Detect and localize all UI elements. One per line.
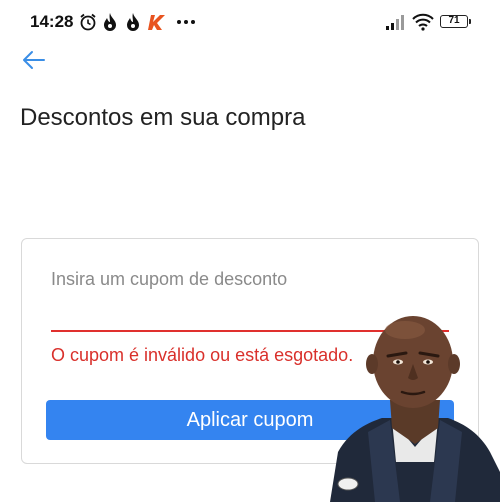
battery-icon: 71 (440, 15, 471, 28)
status-time: 14:28 (30, 12, 74, 31)
alarm-icon (80, 13, 96, 31)
wifi-icon (412, 13, 434, 31)
flame-icon (104, 13, 116, 31)
app-k-icon (148, 15, 165, 30)
back-arrow-icon[interactable] (20, 48, 48, 72)
more-dots-icon (177, 20, 195, 24)
battery-level: 71 (448, 15, 460, 26)
error-message: O cupom é inválido ou está esgotado. (51, 345, 354, 365)
reaction-photo (330, 316, 500, 502)
status-bar: 14:28 71 (0, 0, 500, 44)
flame-icon (127, 13, 139, 31)
signal-icon (386, 15, 404, 30)
page-title: Descontos em sua compra (20, 104, 306, 131)
coupon-input[interactable] (51, 261, 451, 297)
